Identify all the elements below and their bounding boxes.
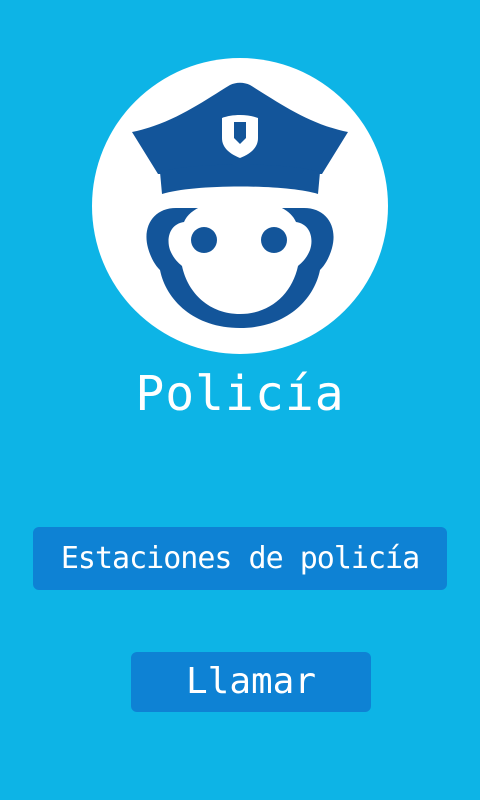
- police-logo: [92, 58, 388, 354]
- call-button[interactable]: Llamar: [131, 652, 371, 712]
- left-eye: [191, 227, 217, 253]
- app-screen: Policía Estaciones de policía Llamar: [0, 0, 480, 800]
- right-eye: [261, 227, 287, 253]
- police-stations-button[interactable]: Estaciones de policía: [33, 527, 447, 590]
- hat-band: [160, 164, 320, 194]
- page-title: Policía: [135, 366, 345, 422]
- police-officer-icon: [132, 82, 348, 328]
